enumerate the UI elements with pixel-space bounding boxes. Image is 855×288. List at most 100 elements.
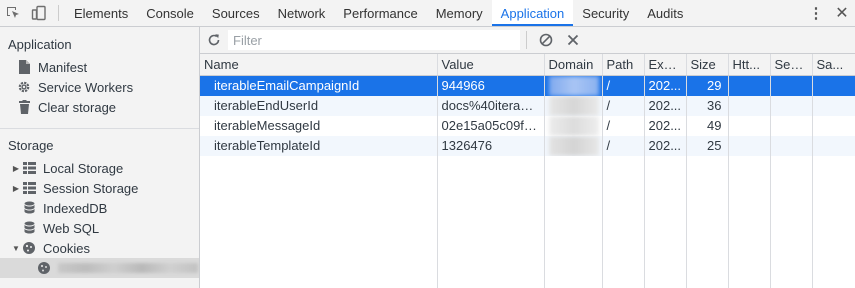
redacted-domain — [548, 75, 599, 96]
sidebar-item-clear-storage[interactable]: Clear storage — [0, 97, 199, 117]
cookies-panel: Name Value Domain Path Exp... Size Htt..… — [200, 27, 855, 288]
cell-name: iterableTemplateId — [200, 135, 438, 156]
cell-domain — [544, 115, 603, 136]
devtools-tab-bar: Elements Console Sources Network Perform… — [0, 0, 855, 27]
tab-elements[interactable]: Elements — [65, 0, 137, 26]
sidebar-item-cookies[interactable]: ▼ Cookies — [0, 238, 199, 258]
close-devtools-icon[interactable]: ✕ — [829, 3, 855, 23]
grid-icon — [21, 161, 37, 175]
sidebar-divider — [0, 128, 199, 129]
grid-icon — [21, 181, 37, 195]
cell-path: / — [602, 95, 645, 116]
sidebar-item-manifest[interactable]: Manifest — [0, 57, 199, 77]
table-row[interactable]: iterableEmailCampaignId 944966 / 202... … — [200, 75, 855, 96]
toolbar-divider — [526, 31, 527, 49]
tab-application[interactable]: Application — [491, 0, 574, 26]
column-header-name[interactable]: Name — [200, 54, 438, 76]
cell-samesite — [812, 135, 855, 156]
collapse-arrow-icon[interactable]: ▼ — [11, 244, 21, 253]
tab-console[interactable]: Console — [137, 0, 203, 26]
clear-all-icon[interactable] — [535, 27, 557, 54]
cell-httponly — [728, 135, 771, 156]
cell-name: iterableEmailCampaignId — [200, 75, 438, 96]
column-header-size[interactable]: Size — [686, 54, 729, 76]
column-header-samesite[interactable]: Sa... — [812, 54, 855, 76]
cookies-table: Name Value Domain Path Exp... Size Htt..… — [200, 54, 855, 288]
cell-domain — [544, 135, 603, 156]
cookie-icon — [36, 261, 52, 275]
cell-value: docs%40iterabl... — [437, 95, 545, 116]
cell-secure — [770, 75, 813, 96]
tab-sources[interactable]: Sources — [203, 0, 269, 26]
inspect-element-icon[interactable] — [0, 0, 26, 26]
column-header-path[interactable]: Path — [602, 54, 645, 76]
table-row[interactable]: iterableTemplateId 1326476 / 202... 25 — [200, 135, 855, 156]
sidebar-item-indexeddb[interactable]: IndexedDB — [0, 198, 199, 218]
expand-arrow-icon[interactable]: ▶ — [11, 184, 21, 193]
table-row[interactable]: iterableMessageId 02e15a05c09f4... / 202… — [200, 115, 855, 136]
trash-icon — [16, 100, 32, 114]
file-icon — [16, 60, 32, 74]
table-header: Name Value Domain Path Exp... Size Htt..… — [200, 54, 855, 76]
cell-path: / — [602, 115, 645, 136]
filter-input[interactable] — [228, 30, 520, 50]
cell-secure — [770, 115, 813, 136]
cell-size: 49 — [686, 115, 729, 136]
cell-expires: 202... — [644, 115, 687, 136]
cell-expires: 202... — [644, 135, 687, 156]
gear-icon — [16, 80, 32, 94]
column-header-value[interactable]: Value — [437, 54, 545, 76]
table-row[interactable]: iterableEndUserId docs%40iterabl... / 20… — [200, 95, 855, 116]
cell-size: 25 — [686, 135, 729, 156]
application-sidebar: Application Manifest Service Workers Cle… — [0, 27, 200, 288]
cell-value: 1326476 — [437, 135, 545, 156]
delete-selected-icon[interactable] — [557, 27, 589, 54]
column-header-httponly[interactable]: Htt... — [728, 54, 771, 76]
redacted-domain — [58, 263, 198, 273]
sidebar-item-service-workers[interactable]: Service Workers — [0, 77, 199, 97]
cell-httponly — [728, 115, 771, 136]
cell-httponly — [728, 75, 771, 96]
sidebar-item-local-storage[interactable]: ▶ Local Storage — [0, 158, 199, 178]
cell-expires: 202... — [644, 75, 687, 96]
cell-name: iterableEndUserId — [200, 95, 438, 116]
column-header-secure[interactable]: Sec... — [770, 54, 813, 76]
cell-domain — [544, 95, 603, 116]
cell-samesite — [812, 95, 855, 116]
cell-value: 944966 — [437, 75, 545, 96]
redacted-domain — [548, 95, 599, 116]
sidebar-item-cookie-domain[interactable] — [0, 258, 199, 278]
cell-secure — [770, 135, 813, 156]
device-toolbar-icon[interactable] — [26, 0, 52, 26]
cell-path: / — [602, 75, 645, 96]
sidebar-item-web-sql[interactable]: Web SQL — [0, 218, 199, 238]
cookies-toolbar — [200, 27, 855, 54]
cell-size: 36 — [686, 95, 729, 116]
expand-arrow-icon[interactable]: ▶ — [11, 164, 21, 173]
redacted-domain — [548, 135, 599, 156]
cell-size: 29 — [686, 75, 729, 96]
cell-path: / — [602, 135, 645, 156]
database-icon — [21, 201, 37, 215]
sidebar-item-session-storage[interactable]: ▶ Session Storage — [0, 178, 199, 198]
tab-security[interactable]: Security — [573, 0, 638, 26]
tab-audits[interactable]: Audits — [638, 0, 692, 26]
cell-httponly — [728, 95, 771, 116]
tab-network[interactable]: Network — [269, 0, 335, 26]
tab-memory[interactable]: Memory — [427, 0, 492, 26]
cell-name: iterableMessageId — [200, 115, 438, 136]
storage-section-title: Storage — [8, 138, 54, 153]
redacted-domain — [548, 115, 599, 136]
cell-samesite — [812, 115, 855, 136]
toolbar-divider — [58, 5, 59, 21]
column-header-domain[interactable]: Domain — [544, 54, 603, 76]
refresh-icon[interactable] — [200, 27, 228, 54]
column-header-expires[interactable]: Exp... — [644, 54, 687, 76]
more-options-icon[interactable]: ⋮ — [803, 4, 829, 22]
table-empty-area — [200, 155, 855, 288]
database-icon — [21, 221, 37, 235]
application-section-title: Application — [8, 37, 72, 52]
tab-performance[interactable]: Performance — [334, 0, 426, 26]
cell-value: 02e15a05c09f4... — [437, 115, 545, 136]
panel-tabs: Elements Console Sources Network Perform… — [65, 0, 692, 26]
